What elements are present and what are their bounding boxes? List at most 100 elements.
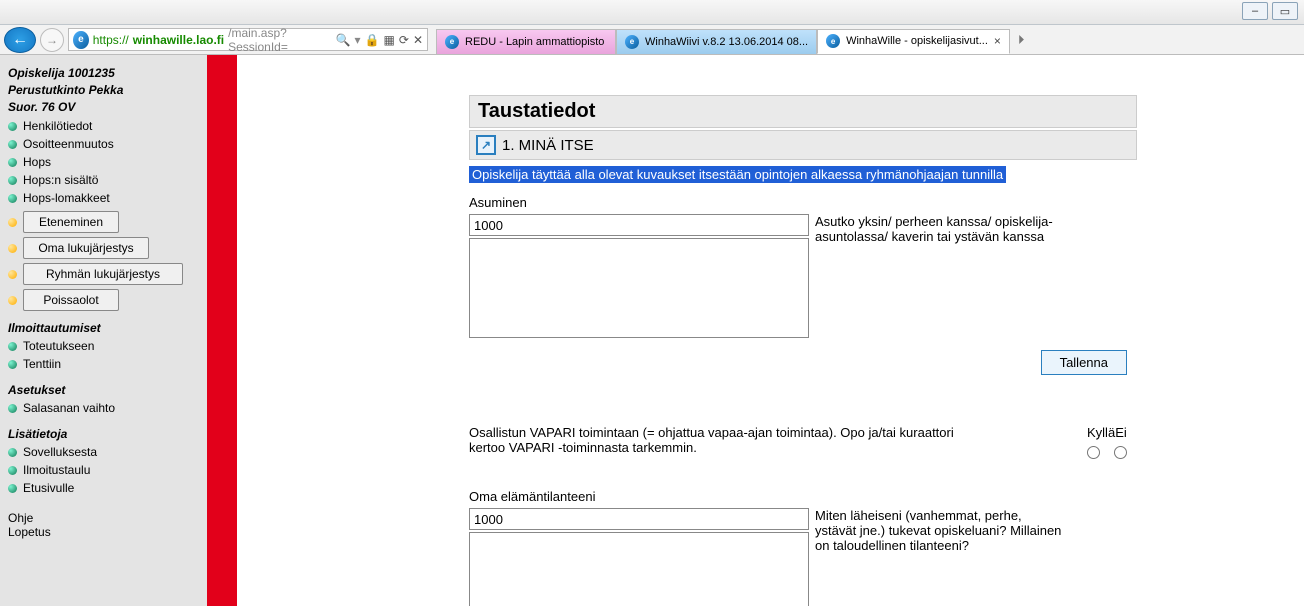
bullet-icon — [8, 122, 17, 131]
search-icon[interactable]: 🔍 — [336, 33, 351, 47]
q2-no-label: Ei — [1115, 425, 1127, 440]
sidebar-item-label: Toteutukseen — [23, 339, 94, 353]
bullet-icon — [8, 158, 17, 167]
sidebar-heading-lisatietoja: Lisätietoja — [8, 427, 199, 441]
credits-completed: Suor. 76 OV — [8, 100, 199, 114]
bullet-icon — [8, 404, 17, 413]
q3-counter-input[interactable] — [469, 508, 809, 530]
tab-label: REDU - Lapin ammattiopisto — [465, 36, 604, 48]
window-maximize-button[interactable]: ▭ — [1272, 2, 1298, 20]
sidebar-item-osoitteenmuutos[interactable]: Osoitteenmuutos — [8, 135, 199, 153]
sidebar-item-label: Ilmoitustaulu — [23, 463, 90, 477]
bullet-icon — [8, 270, 17, 279]
oma-lukujarjestys-button[interactable]: Oma lukujärjestys — [23, 237, 149, 259]
browser-navbar: ← → e https:// winhawille.lao.fi/main.asp… — [0, 25, 1304, 55]
bullet-icon — [8, 140, 17, 149]
close-icon[interactable]: × — [994, 34, 1001, 48]
sidebar-item-label: Hops:n sisältö — [23, 173, 98, 187]
refresh-icon[interactable]: ⟳ — [399, 33, 409, 47]
ie-icon: e — [73, 31, 89, 49]
sidebar-item-hops-lomakkeet[interactable]: Hops-lomakkeet — [8, 189, 199, 207]
bullet-icon — [8, 194, 17, 203]
sidebar-item-label: Sovelluksesta — [23, 445, 97, 459]
q1-textarea[interactable] — [469, 238, 809, 338]
browser-tabs: e REDU - Lapin ammattiopisto e WinhaWiiv… — [436, 26, 1010, 54]
address-bar[interactable]: e https:// winhawille.lao.fi/main.asp?Ses… — [68, 28, 428, 51]
bullet-icon — [8, 448, 17, 457]
bullet-icon — [8, 176, 17, 185]
q1-label: Asuminen — [469, 195, 1137, 210]
sidebar-item-label: Salasanan vaihto — [23, 401, 115, 415]
ryhman-lukujarjestys-button[interactable]: Ryhmän lukujärjestys — [23, 263, 183, 285]
q3-label: Oma elämäntilanteeni — [469, 489, 1137, 504]
tab-label: WinhaWille - opiskelijasivut... — [846, 35, 988, 47]
q2-text: Osallistun VAPARI toimintaan (= ohjattua… — [469, 425, 989, 455]
sidebar-item-tenttiin[interactable]: Tenttiin — [8, 355, 199, 373]
url-scheme: https:// — [93, 33, 129, 47]
sidebar-item-label: Hops-lomakkeet — [23, 191, 110, 205]
eteneminen-button[interactable]: Eteneminen — [23, 211, 119, 233]
instruction-text: Opiskelija täyttää alla olevat kuvaukset… — [469, 166, 1006, 183]
bullet-icon — [8, 244, 17, 253]
q1-help-text: Asutko yksin/ perheen kanssa/ opiskelija… — [815, 214, 1065, 244]
sidebar-item-label: Etusivulle — [23, 481, 74, 495]
sidebar-item-lopetus[interactable]: Lopetus — [8, 525, 199, 539]
stop-icon[interactable]: ✕ — [413, 33, 423, 47]
sidebar-item-toteutukseen[interactable]: Toteutukseen — [8, 337, 199, 355]
bullet-icon — [8, 342, 17, 351]
resume-icon[interactable]: ⏵ — [1014, 32, 1029, 48]
q2-radio-no[interactable] — [1114, 446, 1127, 459]
tab-winhawille[interactable]: e WinhaWille - opiskelijasivut... × — [817, 29, 1010, 54]
sidebar-item-sovelluksesta[interactable]: Sovelluksesta — [8, 443, 199, 461]
sidebar-item-label: Hops — [23, 155, 51, 169]
page-title: Taustatiedot — [469, 95, 1137, 128]
window-titlebar: – ▭ — [0, 0, 1304, 25]
sidebar-item-hops-sisalto[interactable]: Hops:n sisältö — [8, 171, 199, 189]
poissaolot-button[interactable]: Poissaolot — [23, 289, 119, 311]
ie-icon: e — [445, 35, 459, 49]
sidebar-item-hops[interactable]: Hops — [8, 153, 199, 171]
sidebar-item-label: Henkilötiedot — [23, 119, 92, 133]
bullet-icon — [8, 466, 17, 475]
red-divider — [207, 55, 237, 606]
q2-radio-yes[interactable] — [1087, 446, 1100, 459]
section-header[interactable]: ↗ 1. MINÄ ITSE — [469, 130, 1137, 160]
ie-icon: e — [625, 35, 639, 49]
compat-icon[interactable]: ▦ — [384, 33, 395, 47]
ie-icon: e — [826, 34, 840, 48]
lock-icon: 🔒 — [365, 33, 380, 47]
sidebar-item-salasanan-vaihto[interactable]: Salasanan vaihto — [8, 399, 199, 417]
bullet-icon — [8, 484, 17, 493]
sidebar-item-etusivulle[interactable]: Etusivulle — [8, 479, 199, 497]
sidebar-heading-asetukset: Asetukset — [8, 383, 199, 397]
q3-help-text: Miten läheiseni (vanhemmat, perhe, ystäv… — [815, 508, 1065, 553]
q1-counter-input[interactable] — [469, 214, 809, 236]
sidebar-item-ilmoitustaulu[interactable]: Ilmoitustaulu — [8, 461, 199, 479]
student-id: Opiskelija 1001235 — [8, 66, 199, 80]
save-button[interactable]: Tallenna — [1041, 350, 1127, 375]
sidebar-item-label: Osoitteenmuutos — [23, 137, 114, 151]
main-content: Taustatiedot ↗ 1. MINÄ ITSE Opiskelija t… — [237, 55, 1137, 606]
bullet-icon — [8, 218, 17, 227]
bullet-icon — [8, 296, 17, 305]
window-minimize-button[interactable]: – — [1242, 2, 1268, 20]
sidebar-item-henkilotiedot[interactable]: Henkilötiedot — [8, 117, 199, 135]
bullet-icon — [8, 360, 17, 369]
degree-name: Perustutkinto Pekka — [8, 83, 199, 97]
tab-redu[interactable]: e REDU - Lapin ammattiopisto — [436, 29, 616, 54]
tab-label: WinhaWiivi v.8.2 13.06.2014 08... — [645, 36, 808, 48]
tab-winhawiivi[interactable]: e WinhaWiivi v.8.2 13.06.2014 08... — [616, 29, 817, 54]
expand-icon[interactable]: ↗ — [476, 135, 496, 155]
section-label: 1. MINÄ ITSE — [502, 137, 594, 154]
sidebar-item-label: Tenttiin — [23, 357, 61, 371]
q2-yes-label: Kyllä — [1087, 425, 1115, 440]
q3-textarea[interactable] — [469, 532, 809, 606]
q2-radio-group: KylläEi — [1087, 425, 1127, 459]
url-host: winhawille.lao.fi — [133, 33, 224, 47]
sidebar-item-ohje[interactable]: Ohje — [8, 511, 199, 525]
sidebar: Opiskelija 1001235 Perustutkinto Pekka S… — [0, 55, 207, 606]
nav-back-button[interactable]: ← — [4, 27, 36, 53]
nav-forward-button[interactable]: → — [40, 28, 64, 52]
url-path: /main.asp?SessionId= — [228, 26, 331, 54]
sidebar-heading-ilmoittautumiset: Ilmoittautumiset — [8, 321, 199, 335]
